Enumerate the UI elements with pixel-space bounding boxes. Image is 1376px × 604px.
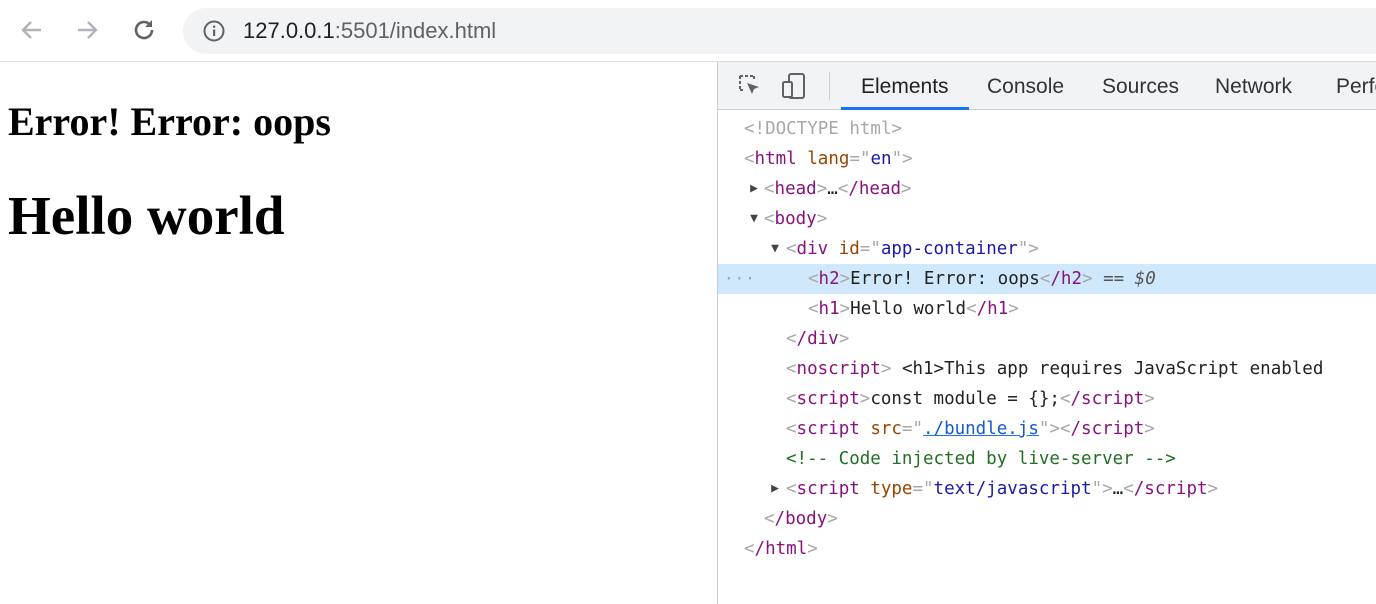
- div-close-tag: </div>: [786, 329, 850, 349]
- dom-node-body[interactable]: ▼ <body>: [718, 204, 1376, 234]
- dom-node-html[interactable]: <html lang="en">: [718, 144, 1376, 174]
- html-open-tag: <html lang="en">: [744, 149, 913, 169]
- url-text[interactable]: 127.0.0.1:5501/index.html: [243, 8, 496, 54]
- dom-node-head[interactable]: ▶ <head>…</head>: [718, 174, 1376, 204]
- doctype-text: <!DOCTYPE html>: [744, 119, 903, 139]
- url-host: 127.0.0.1: [243, 18, 335, 43]
- tab-elements[interactable]: Elements: [841, 62, 969, 110]
- body-close-tag: </body>: [764, 509, 838, 529]
- dom-node-noscript[interactable]: <noscript> <h1>This app requires JavaScr…: [718, 354, 1376, 384]
- tab-performance[interactable]: Perfo: [1316, 62, 1376, 109]
- devtools-tabbar: Elements Console Sources Network Perfo: [718, 62, 1376, 110]
- tab-sources[interactable]: Sources: [1082, 62, 1199, 109]
- reload-icon: [134, 20, 154, 40]
- head-tag: <head>…</head>: [764, 179, 912, 199]
- info-icon[interactable]: [203, 20, 225, 42]
- devtools-panel: Elements Console Sources Network Perfo <…: [717, 62, 1376, 604]
- dom-node-div[interactable]: ▼ <div id="app-container">: [718, 234, 1376, 264]
- body-open-tag: <body>: [764, 209, 828, 229]
- selected-marker: == $0: [1103, 269, 1156, 289]
- more-dots-icon[interactable]: ···: [724, 264, 756, 294]
- dom-node-body-close[interactable]: </body>: [718, 504, 1376, 534]
- html-close-tag: </html>: [744, 539, 818, 559]
- h2-element: <h2>Error! Error: oops</h2> == $0: [808, 269, 1156, 289]
- dom-node-doctype[interactable]: <!DOCTYPE html>: [718, 114, 1376, 144]
- arrow-left-icon: [21, 21, 41, 39]
- collapse-triangle-icon[interactable]: ▼: [769, 234, 781, 264]
- dom-node-h1[interactable]: <h1>Hello world</h1>: [718, 294, 1376, 324]
- live-server-comment: <!-- Code injected by live-server -->: [786, 449, 1176, 469]
- dom-node-h2-selected[interactable]: ··· <h2>Error! Error: oops</h2> == $0: [718, 264, 1376, 294]
- dom-node-html-close[interactable]: </html>: [718, 534, 1376, 564]
- dom-node-script-type[interactable]: ▶ <script type="text/javascript">…</scri…: [718, 474, 1376, 504]
- address-bar[interactable]: 127.0.0.1:5501/index.html: [183, 8, 1376, 54]
- dom-node-script-bundle[interactable]: <script src="./bundle.js"></script>: [718, 414, 1376, 444]
- reload-button[interactable]: [126, 12, 162, 48]
- device-toolbar-icon[interactable]: [780, 72, 808, 100]
- hello-heading: Hello world: [8, 185, 285, 246]
- script-type-element: <script type="text/javascript">…</script…: [786, 479, 1219, 499]
- div-open-tag: <div id="app-container">: [786, 239, 1039, 259]
- noscript-element: <noscript> <h1>This app requires JavaScr…: [786, 359, 1324, 379]
- tabbar-separator: [829, 72, 830, 100]
- inspect-element-icon[interactable]: [736, 72, 764, 100]
- page-viewport: Error! Error: oops Hello world: [0, 62, 717, 604]
- back-button[interactable]: [14, 12, 50, 48]
- dom-node-comment[interactable]: <!-- Code injected by live-server -->: [718, 444, 1376, 474]
- dom-node-div-close[interactable]: </div>: [718, 324, 1376, 354]
- expand-triangle-icon[interactable]: ▶: [748, 174, 760, 204]
- dom-node-script-inline[interactable]: <script>const module = {};</script>: [718, 384, 1376, 414]
- tab-network[interactable]: Network: [1195, 62, 1312, 109]
- forward-button[interactable]: [69, 12, 105, 48]
- collapse-triangle-icon[interactable]: ▼: [748, 204, 760, 234]
- url-path: :5501/index.html: [334, 18, 497, 43]
- error-heading: Error! Error: oops: [8, 99, 331, 144]
- browser-toolbar: 127.0.0.1:5501/index.html: [0, 0, 1376, 62]
- script-bundle-element: <script src="./bundle.js"></script>: [786, 419, 1155, 439]
- arrow-right-icon: [78, 21, 98, 39]
- script-inline-element: <script>const module = {};</script>: [786, 389, 1155, 409]
- tab-console[interactable]: Console: [967, 62, 1084, 109]
- bundle-js-link[interactable]: ./bundle.js: [923, 419, 1039, 439]
- h1-element: <h1>Hello world</h1>: [808, 299, 1019, 319]
- expand-triangle-icon[interactable]: ▶: [769, 474, 781, 504]
